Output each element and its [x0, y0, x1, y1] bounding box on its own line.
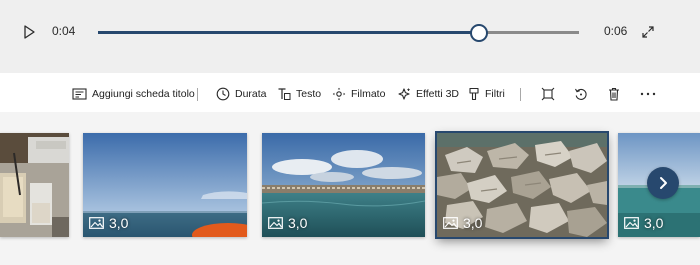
rotate-button[interactable]: [572, 85, 590, 103]
rotate-icon: [575, 88, 587, 100]
text-icon: [278, 88, 291, 100]
motion-label: Filmato: [351, 88, 386, 100]
resize-button[interactable]: [539, 85, 557, 103]
toolbar-divider: [197, 88, 198, 101]
editing-toolbar: Aggiungi scheda titolo Durata Testo Film…: [0, 80, 700, 108]
expand-icon: [642, 26, 654, 38]
seek-bar-progress: [98, 31, 478, 34]
play-icon: [24, 25, 35, 39]
storyboard: 3,0 3,0 3,0 3,0: [0, 112, 700, 265]
filters-label: Filtri: [485, 88, 505, 100]
clock-icon: [216, 87, 230, 101]
clip-thumbnail[interactable]: 3,0: [83, 133, 247, 237]
effects-3d-icon: [398, 88, 410, 100]
clip-duration-label: 3,0: [463, 215, 483, 231]
trash-icon: [609, 87, 619, 101]
image-icon: [443, 217, 458, 229]
text-label: Testo: [296, 88, 322, 100]
image-icon: [89, 217, 104, 229]
effects-3d-label: Effetti 3D: [416, 88, 459, 100]
more-icon: [640, 92, 656, 96]
image-icon: [268, 217, 283, 229]
clip-duration: 3,0: [89, 215, 128, 231]
expand-button[interactable]: [641, 25, 655, 39]
clip-duration: 3,0: [268, 215, 307, 231]
filter-icon: [469, 87, 479, 101]
clip-image: [0, 133, 69, 237]
clip-thumbnail[interactable]: 3,0: [262, 133, 425, 237]
delete-button[interactable]: [605, 85, 623, 103]
add-title-card-label: Aggiungi scheda titolo: [92, 88, 195, 100]
duration-button[interactable]: Durata: [216, 84, 267, 104]
filters-button[interactable]: Filtri: [468, 84, 505, 104]
clip-duration-label: 3,0: [644, 215, 664, 231]
clip-duration: 3,0: [624, 215, 663, 231]
motion-button[interactable]: Filmato: [332, 84, 385, 104]
duration-label: Durata: [235, 88, 267, 100]
image-icon: [624, 217, 639, 229]
current-time: 0:04: [52, 24, 76, 38]
play-button[interactable]: [20, 23, 38, 41]
add-title-card-button[interactable]: Aggiungi scheda titolo: [72, 84, 195, 104]
seek-bar[interactable]: [98, 24, 579, 42]
chevron-right-icon: [660, 177, 667, 189]
toolbar-divider: [520, 88, 521, 101]
clip-duration: 3,0: [443, 215, 482, 231]
effects-3d-button[interactable]: Effetti 3D: [397, 84, 459, 104]
motion-icon: [332, 87, 346, 101]
more-options-button[interactable]: [639, 85, 657, 103]
seek-thumb[interactable]: [469, 24, 488, 42]
title-card-icon: [72, 88, 87, 100]
text-button[interactable]: Testo: [277, 84, 321, 104]
end-time: 0:06: [604, 24, 628, 38]
resize-icon: [541, 87, 555, 101]
playback-panel: 0:04 0:06: [0, 0, 700, 73]
clip-duration-label: 3,0: [288, 215, 308, 231]
next-clips-button[interactable]: [647, 167, 679, 199]
clip-thumbnail-selected[interactable]: 3,0: [435, 131, 609, 239]
clip-thumbnail[interactable]: [0, 133, 69, 237]
clip-duration-label: 3,0: [109, 215, 129, 231]
